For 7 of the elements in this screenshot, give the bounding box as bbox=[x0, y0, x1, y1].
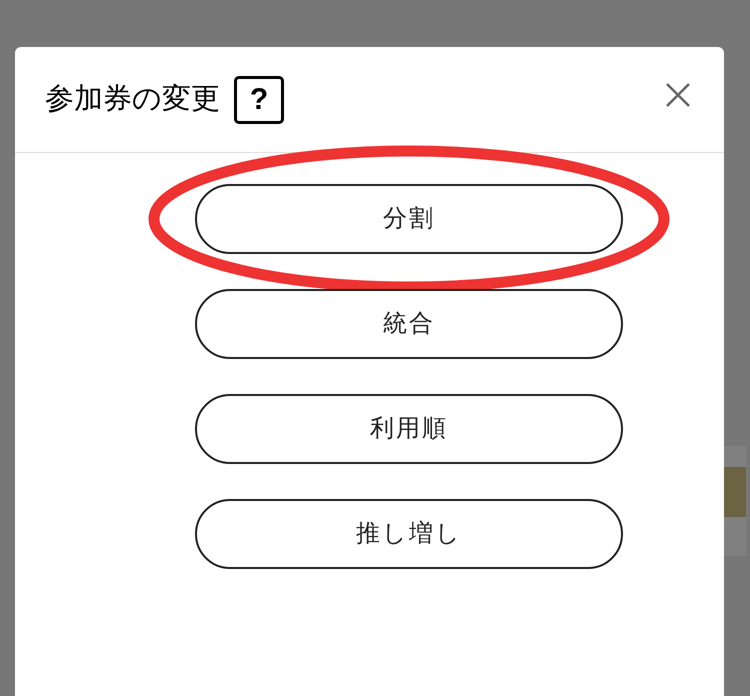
option-button[interactable]: 利用順 bbox=[195, 394, 623, 464]
option-button[interactable]: 推し増し bbox=[195, 499, 623, 569]
close-icon[interactable] bbox=[665, 82, 691, 108]
option-button[interactable]: 統合 bbox=[195, 289, 623, 359]
option-button[interactable]: 分割 bbox=[195, 184, 623, 254]
dialog-title: 参加券の変更 bbox=[45, 85, 220, 114]
help-button[interactable]: ? bbox=[234, 76, 284, 124]
